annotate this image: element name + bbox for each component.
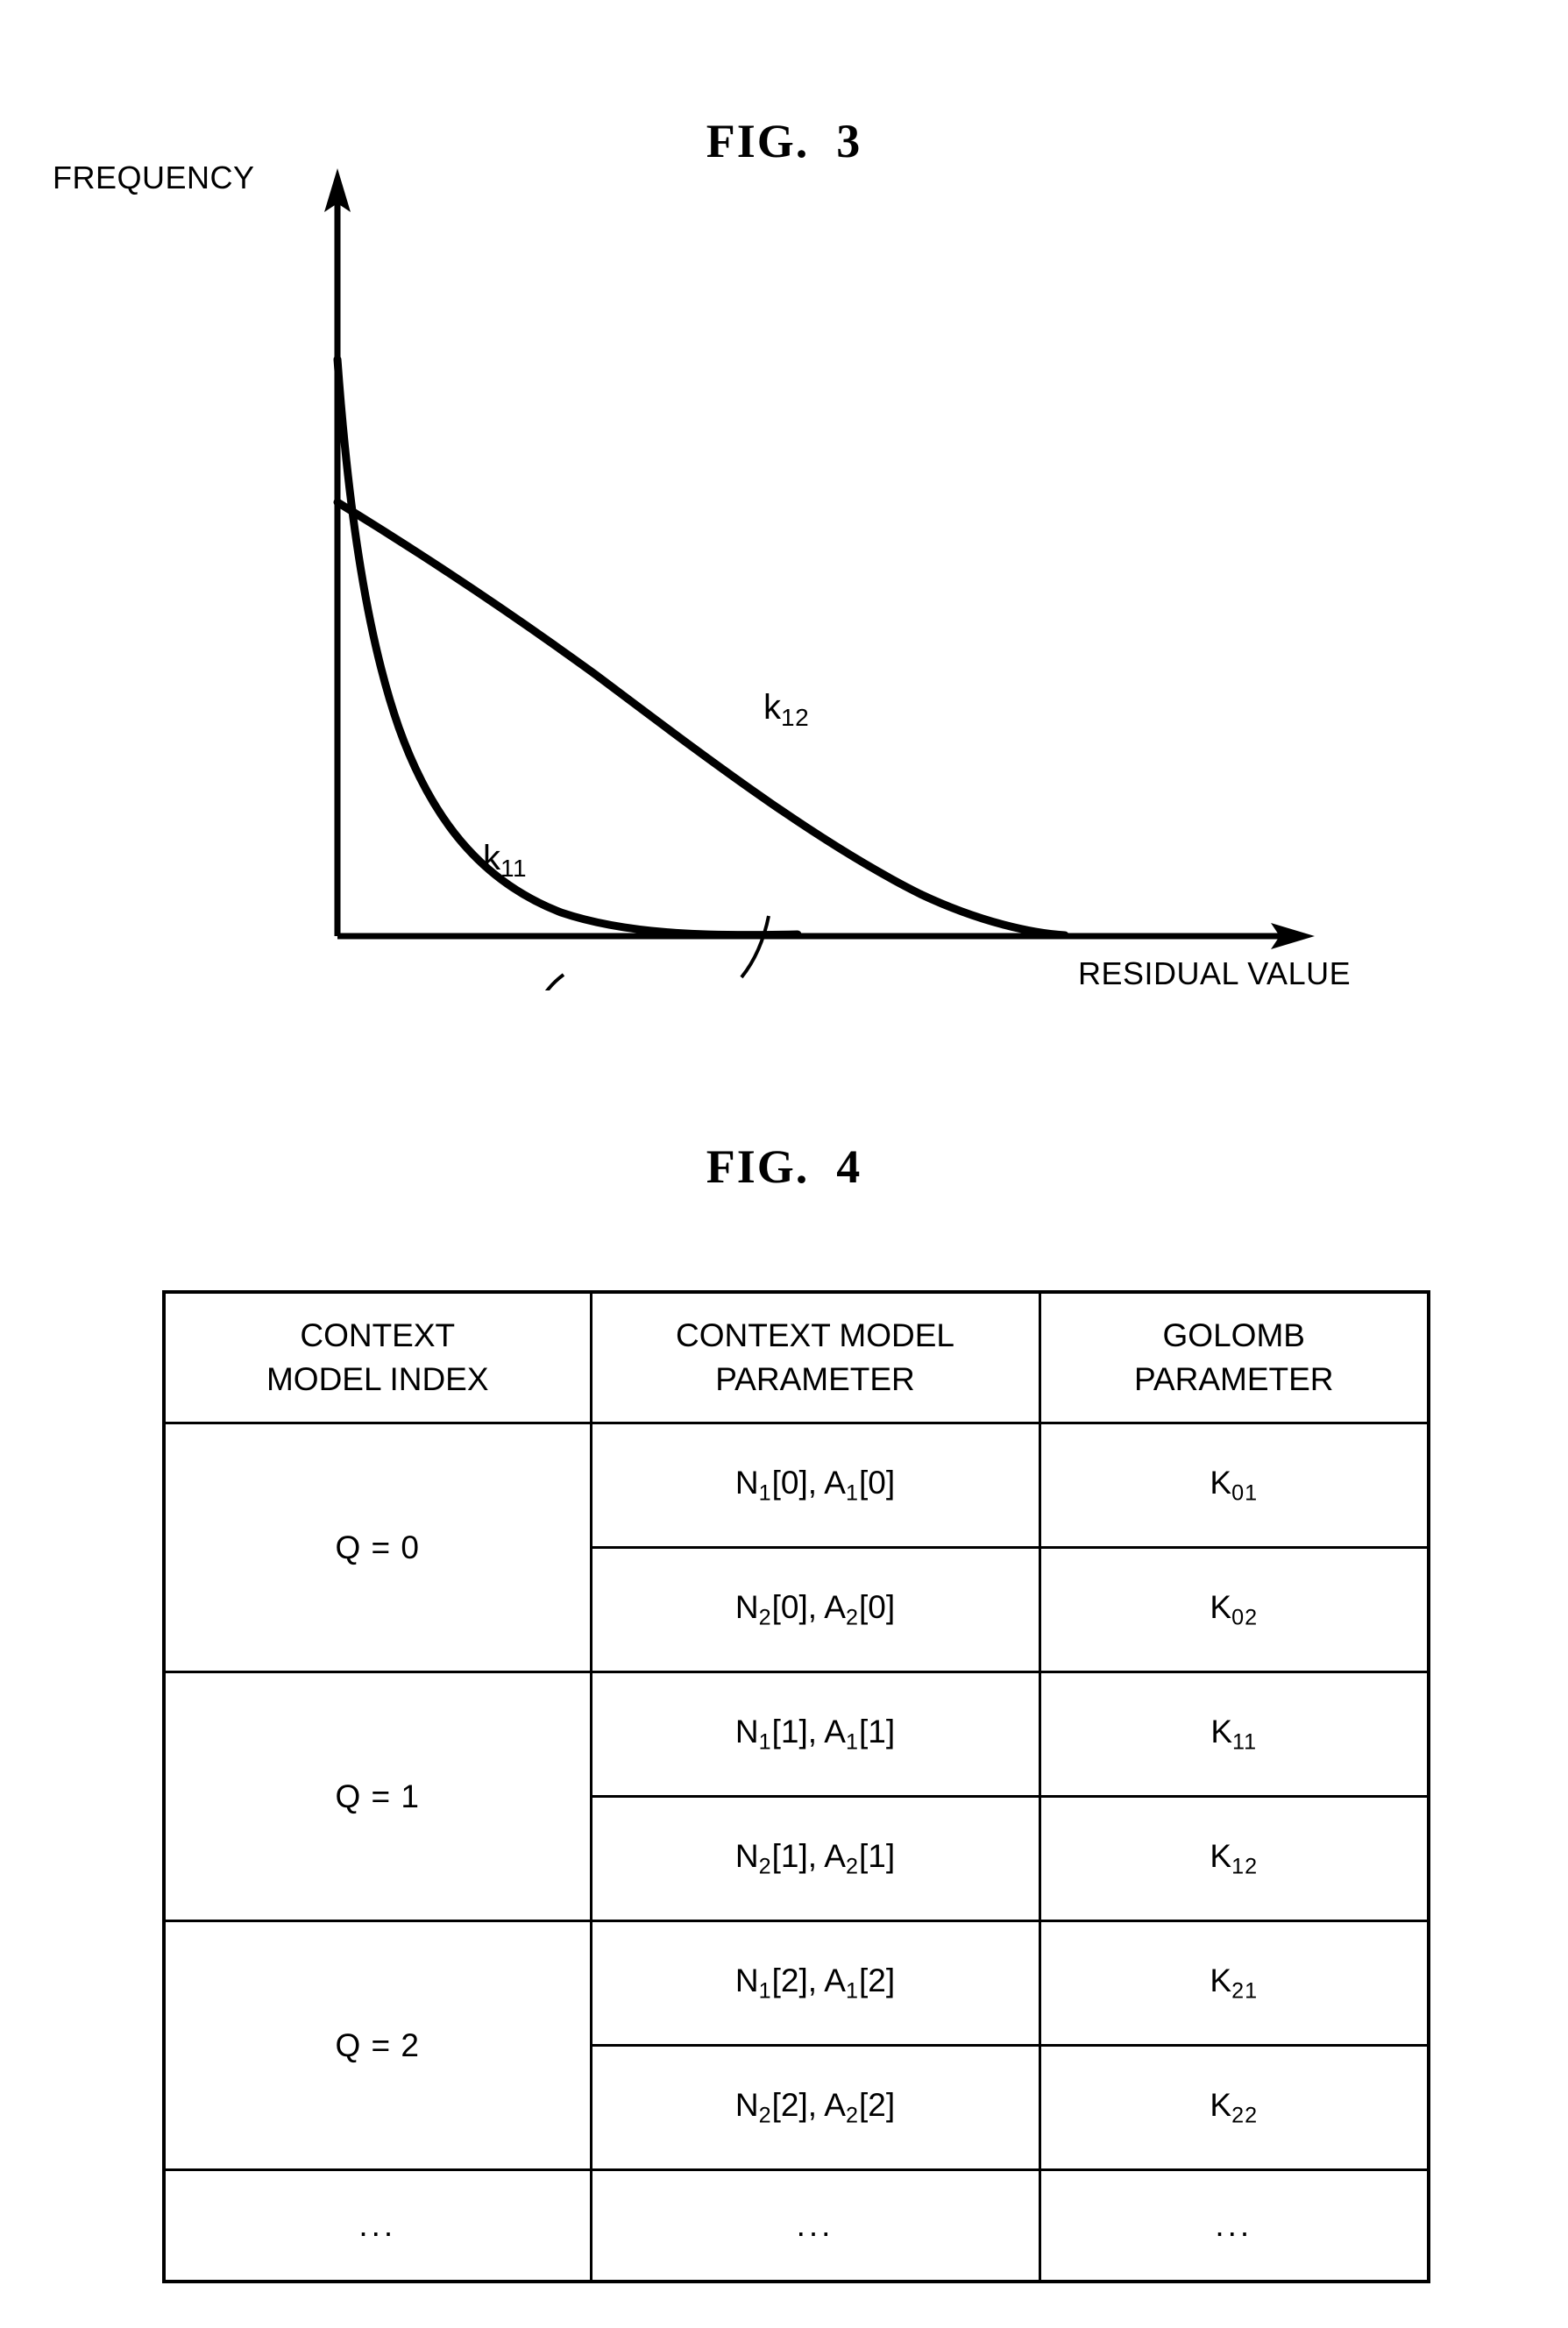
cell-context-model-parameter-ellipsis: ... [589,2168,1041,2283]
param-a-base: A [824,1714,846,1750]
golomb-base: K [1210,1838,1232,1875]
param-a-subscript: 2 [845,2103,859,2128]
param-a-base: A [824,1465,846,1501]
cell-context-model-index-ellipsis: ... [162,2168,592,2283]
param-a-subscript: 1 [845,1978,859,2004]
y-axis [324,168,351,936]
golomb-base: K [1210,2087,1232,2124]
param-n-index: [2] [771,2087,808,2124]
param-a-index: [2] [858,1962,896,1999]
cell-context-model-index: Q = 2 [162,1920,592,2171]
param-a-base: A [824,1589,846,1626]
param-n-index: [2] [771,1962,808,1999]
table-row: Q = 1 N1[1], A1[1] K11 [162,1671,1430,1922]
golomb-subscript: 01 [1231,1480,1259,1506]
k11-leader-line [545,973,565,990]
x-axis [337,923,1315,949]
curve-label-k12-subscript: 12 [781,703,810,731]
figure-3-plot [0,149,1568,990]
param-a-subscript: 1 [845,1480,859,1506]
param-n-base: N [734,2087,759,2124]
cell-golomb-parameter: K12 [1038,1795,1430,1922]
param-n-base: N [734,1962,759,1999]
k12-leader-line [740,915,770,979]
param-a-index: [1] [858,1838,896,1875]
golomb-subscript: 02 [1231,1605,1259,1630]
table-row: Q = 0 N1[0], A1[0] K01 [162,1422,1430,1673]
golomb-subscript: 11 [1232,1729,1258,1755]
figure-4-title: FIG. 4 [706,1140,862,1193]
header-context-model-index: CONTEXT MODEL INDEX [162,1290,592,1424]
golomb-subscript: 22 [1231,2103,1259,2128]
curve-k12 [333,498,1069,940]
cell-golomb-parameter: K01 [1038,1422,1430,1549]
cell-context-model-parameter: N2[0], A2[0] [589,1546,1041,1673]
param-n-index: [0] [771,1589,808,1626]
cell-golomb-parameter: K21 [1038,1920,1430,2047]
golomb-base: K [1210,1714,1233,1750]
param-a-base: A [824,2087,846,2124]
param-n-subscript: 2 [758,1605,772,1630]
param-a-subscript: 2 [845,1854,859,1879]
golomb-base: K [1210,1589,1232,1626]
table-header-row: CONTEXT MODEL INDEX CONTEXT MODEL PARAME… [162,1290,1430,1424]
figure-4-table-container: CONTEXT MODEL INDEX CONTEXT MODEL PARAME… [162,1290,1430,2283]
curve-label-k11: k11 [483,839,527,883]
param-a-base: A [824,1962,846,1999]
table-row: Q = 2 N1[2], A1[2] K21 [162,1920,1430,2171]
curve-label-k12: k12 [763,688,809,732]
param-a-index: [0] [858,1465,896,1501]
x-axis-label: RESIDUAL VALUE [1078,955,1352,991]
context-model-parameter-table: CONTEXT MODEL INDEX CONTEXT MODEL PARAME… [162,1290,1430,2283]
param-n-subscript: 1 [758,1480,772,1506]
param-a-subscript: 1 [845,1729,859,1755]
param-n-base: N [734,1838,759,1875]
param-n-index: [1] [771,1714,808,1750]
param-n-base: N [734,1589,759,1626]
cell-golomb-parameter-ellipsis: ... [1038,2168,1430,2283]
param-a-base: A [824,1838,846,1875]
curve-k11 [333,355,802,940]
cell-golomb-parameter: K11 [1038,1671,1430,1798]
param-n-base: N [734,1465,759,1501]
param-a-index: [1] [858,1714,896,1750]
curve-label-k11-subscript: 11 [500,854,528,882]
golomb-subscript: 21 [1231,1978,1259,2004]
cell-context-model-parameter: N2[2], A2[2] [589,2044,1041,2171]
param-n-subscript: 2 [758,2103,772,2128]
param-n-subscript: 1 [758,1729,772,1755]
cell-context-model-parameter: N1[2], A1[2] [589,1920,1041,2047]
table-row-ellipsis: ... ... ... [162,2168,1430,2283]
cell-context-model-parameter: N1[1], A1[1] [589,1671,1041,1798]
param-n-subscript: 2 [758,1854,772,1879]
cell-context-model-parameter: N1[0], A1[0] [589,1422,1041,1549]
header-context-model-parameter: CONTEXT MODEL PARAMETER [589,1290,1041,1424]
frequency-residual-chart [324,168,1315,990]
param-n-base: N [734,1714,759,1750]
param-a-index: [2] [858,2087,896,2124]
golomb-subscript: 12 [1231,1854,1259,1879]
param-a-index: [0] [858,1589,896,1626]
param-n-index: [1] [771,1838,808,1875]
cell-context-model-index: Q = 1 [162,1671,592,1922]
cell-golomb-parameter: K02 [1038,1546,1430,1673]
curve-label-k11-base: k [483,839,500,877]
golomb-base: K [1210,1465,1232,1501]
param-a-subscript: 2 [845,1605,859,1630]
golomb-base: K [1210,1962,1232,1999]
cell-context-model-index: Q = 0 [162,1422,592,1673]
header-golomb-parameter: GOLOMB PARAMETER [1038,1290,1430,1424]
cell-context-model-parameter: N2[1], A2[1] [589,1795,1041,1922]
cell-golomb-parameter: K22 [1038,2044,1430,2171]
param-n-index: [0] [771,1465,808,1501]
param-n-subscript: 1 [758,1978,772,2004]
y-axis-label: FREQUENCY [53,160,255,195]
curve-label-k12-base: k [763,688,781,727]
